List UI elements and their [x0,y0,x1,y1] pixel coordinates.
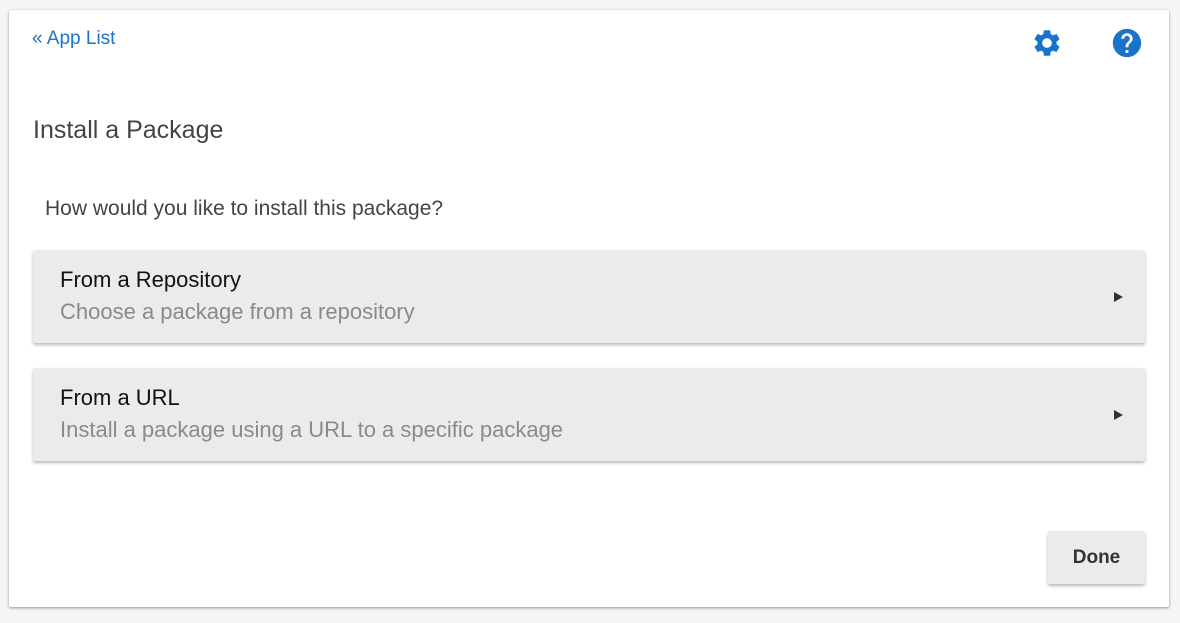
arrow-right-icon [1114,292,1123,302]
option-from-repository[interactable]: From a Repository Choose a package from … [33,250,1145,343]
option-title: From a URL [60,385,180,410]
option-description: Install a package using a URL to a speci… [60,417,564,442]
page-title: Install a Package [33,116,224,144]
done-button[interactable]: Done [1048,531,1145,584]
option-description: Choose a package from a repository [60,299,415,324]
help-circle-icon [1112,28,1142,58]
settings-button[interactable] [1030,26,1064,60]
gear-icon [1034,30,1060,56]
help-button[interactable] [1110,26,1144,60]
back-to-app-list-link[interactable]: « App List [32,28,115,50]
install-question: How would you like to install this packa… [45,197,444,220]
arrow-right-icon [1114,410,1123,420]
option-from-url[interactable]: From a URL Install a package using a URL… [33,368,1145,461]
option-title: From a Repository [60,267,241,292]
main-card: « App List Install a Package How would y… [9,10,1169,607]
